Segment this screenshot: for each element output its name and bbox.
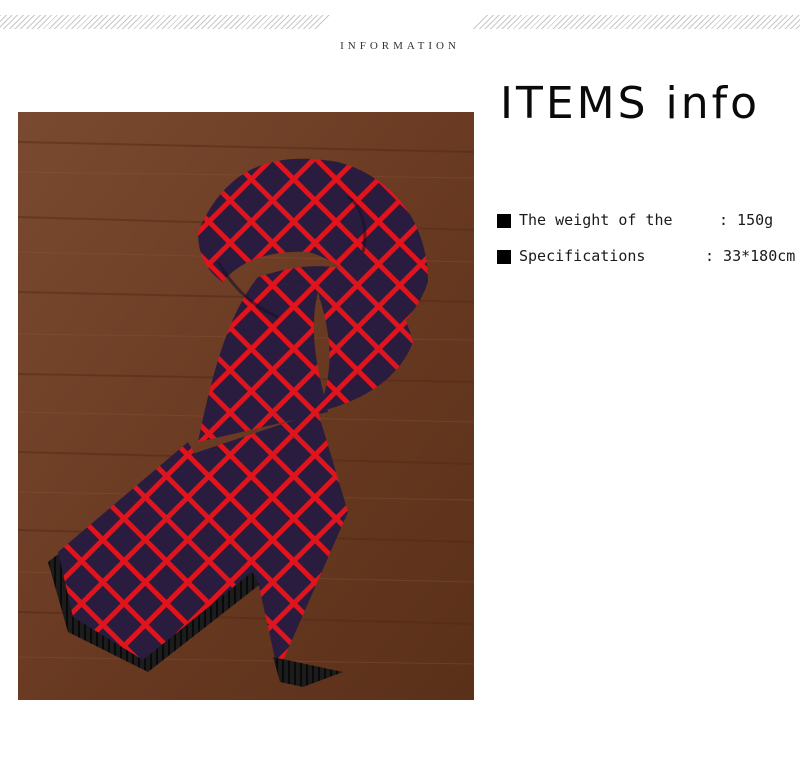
header-hatch-right — [470, 15, 800, 29]
square-bullet-icon — [497, 250, 511, 264]
spec-row-specifications: Specifications : 33*180cm — [497, 247, 797, 267]
section-label: INFORMATION — [340, 40, 460, 52]
spec-value-weight: : 150g — [719, 211, 774, 229]
product-photo — [18, 112, 474, 700]
spec-label-weight: The weight of the — [519, 211, 673, 229]
spec-row-weight: The weight of the : 150g — [497, 211, 787, 231]
product-info-page: INFORMATION ITEMS info The weight of the… — [0, 0, 800, 768]
square-bullet-icon — [497, 214, 511, 228]
spec-label-specifications: Specifications — [519, 247, 646, 265]
header-hatch-left — [0, 15, 330, 29]
spec-value-specifications: : 33*180cm — [705, 247, 796, 265]
info-title: ITEMS info — [500, 78, 761, 129]
